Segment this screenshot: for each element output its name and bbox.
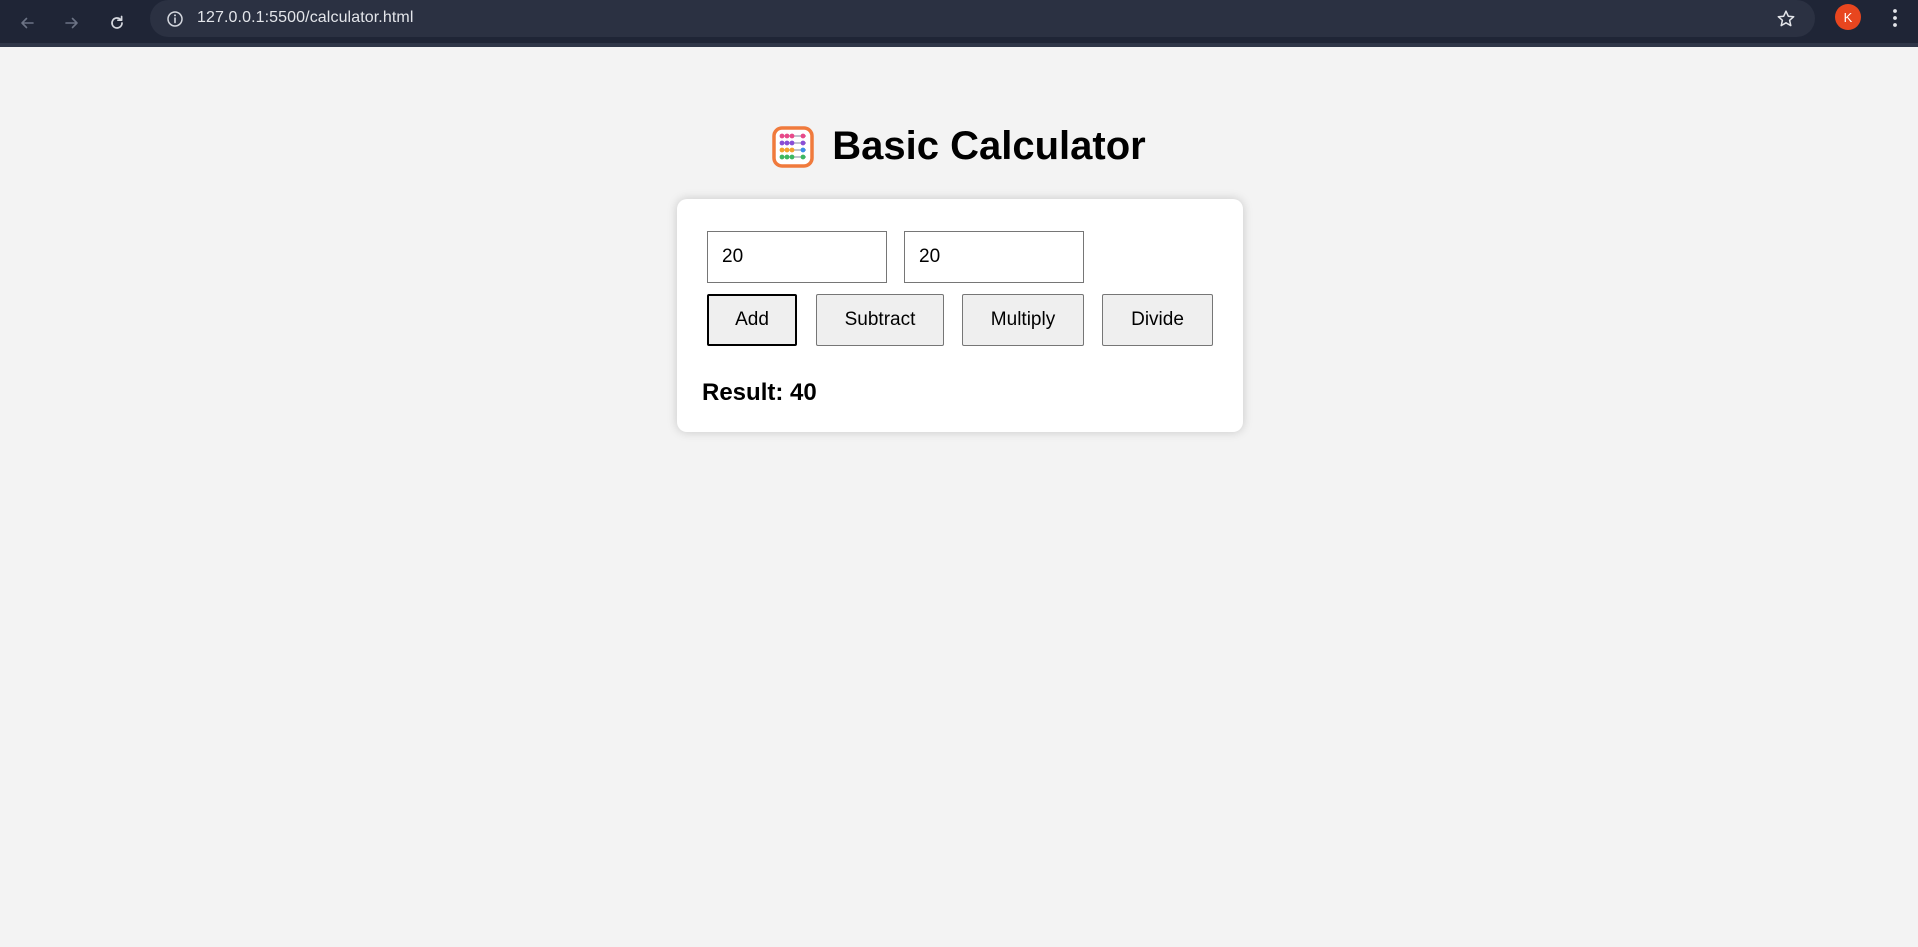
second-number-input[interactable] <box>904 231 1084 283</box>
back-button[interactable] <box>10 6 44 40</box>
bookmark-button[interactable] <box>1772 5 1800 33</box>
reload-icon <box>111 15 123 29</box>
info-icon <box>167 11 183 27</box>
url-text[interactable]: 127.0.0.1:5500/calculator.html <box>197 9 413 27</box>
arrow-left-icon <box>21 17 34 29</box>
star-icon <box>1777 10 1795 27</box>
calculator-card: Add Subtract Multiply Divide Result: 40 <box>677 199 1243 432</box>
browser-toolbar: 127.0.0.1:5500/calculator.html K <box>0 0 1918 47</box>
more-vertical-icon <box>1893 9 1897 27</box>
first-number-input[interactable] <box>707 231 887 283</box>
profile-avatar[interactable]: K <box>1835 4 1861 30</box>
address-bar[interactable]: 127.0.0.1:5500/calculator.html <box>150 0 1815 37</box>
toolbar-divider <box>0 43 1918 47</box>
page-header: Basic Calculator <box>0 124 1918 169</box>
forward-button[interactable] <box>55 6 89 40</box>
arrow-right-icon <box>65 17 78 29</box>
browser-menu-button[interactable] <box>1880 3 1910 33</box>
multiply-button[interactable]: Multiply <box>962 294 1084 346</box>
reload-button[interactable] <box>100 6 134 40</box>
site-info-button[interactable] <box>162 6 188 32</box>
subtract-button[interactable]: Subtract <box>816 294 944 346</box>
abacus-icon <box>772 125 815 168</box>
add-button[interactable]: Add <box>707 294 797 346</box>
result-display: Result: 40 <box>702 379 817 406</box>
page-title: Basic Calculator <box>832 124 1146 168</box>
divide-button[interactable]: Divide <box>1102 294 1213 346</box>
